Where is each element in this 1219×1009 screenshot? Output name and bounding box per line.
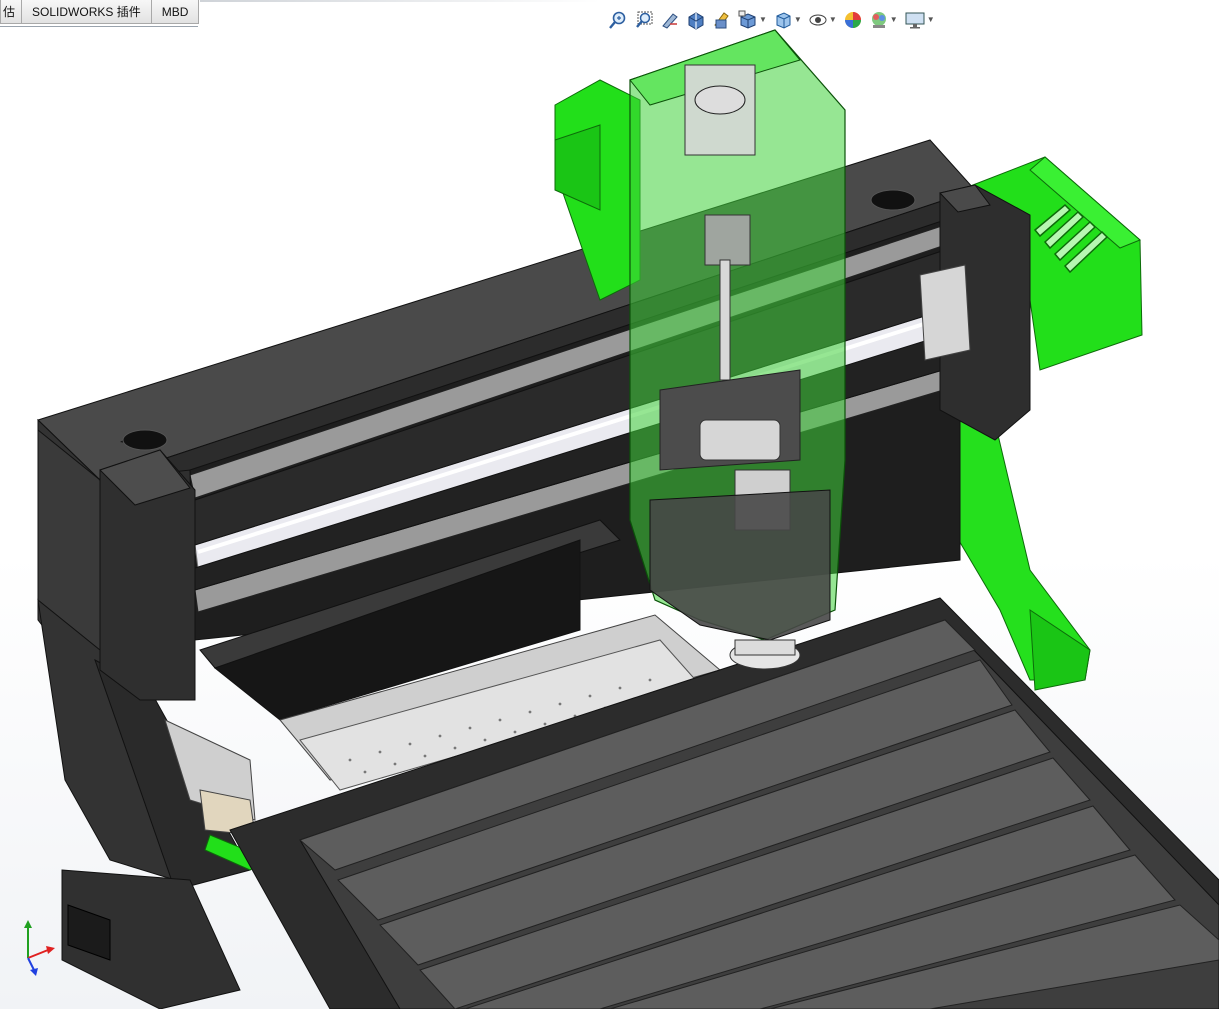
tab-evaluate[interactable]: 估 — [0, 0, 23, 24]
left-end-plate — [99, 449, 196, 701]
reference-triad — [24, 920, 55, 976]
tab-mbd[interactable]: MBD — [150, 0, 200, 24]
command-manager-tabs: 估 SOLIDWORKS 插件 MBD — [0, 0, 200, 27]
tab-solidworks-addins[interactable]: SOLIDWORKS 插件 — [21, 0, 152, 24]
window-top-edge — [200, 0, 600, 2]
graphics-area[interactable] — [0, 26, 1219, 1009]
